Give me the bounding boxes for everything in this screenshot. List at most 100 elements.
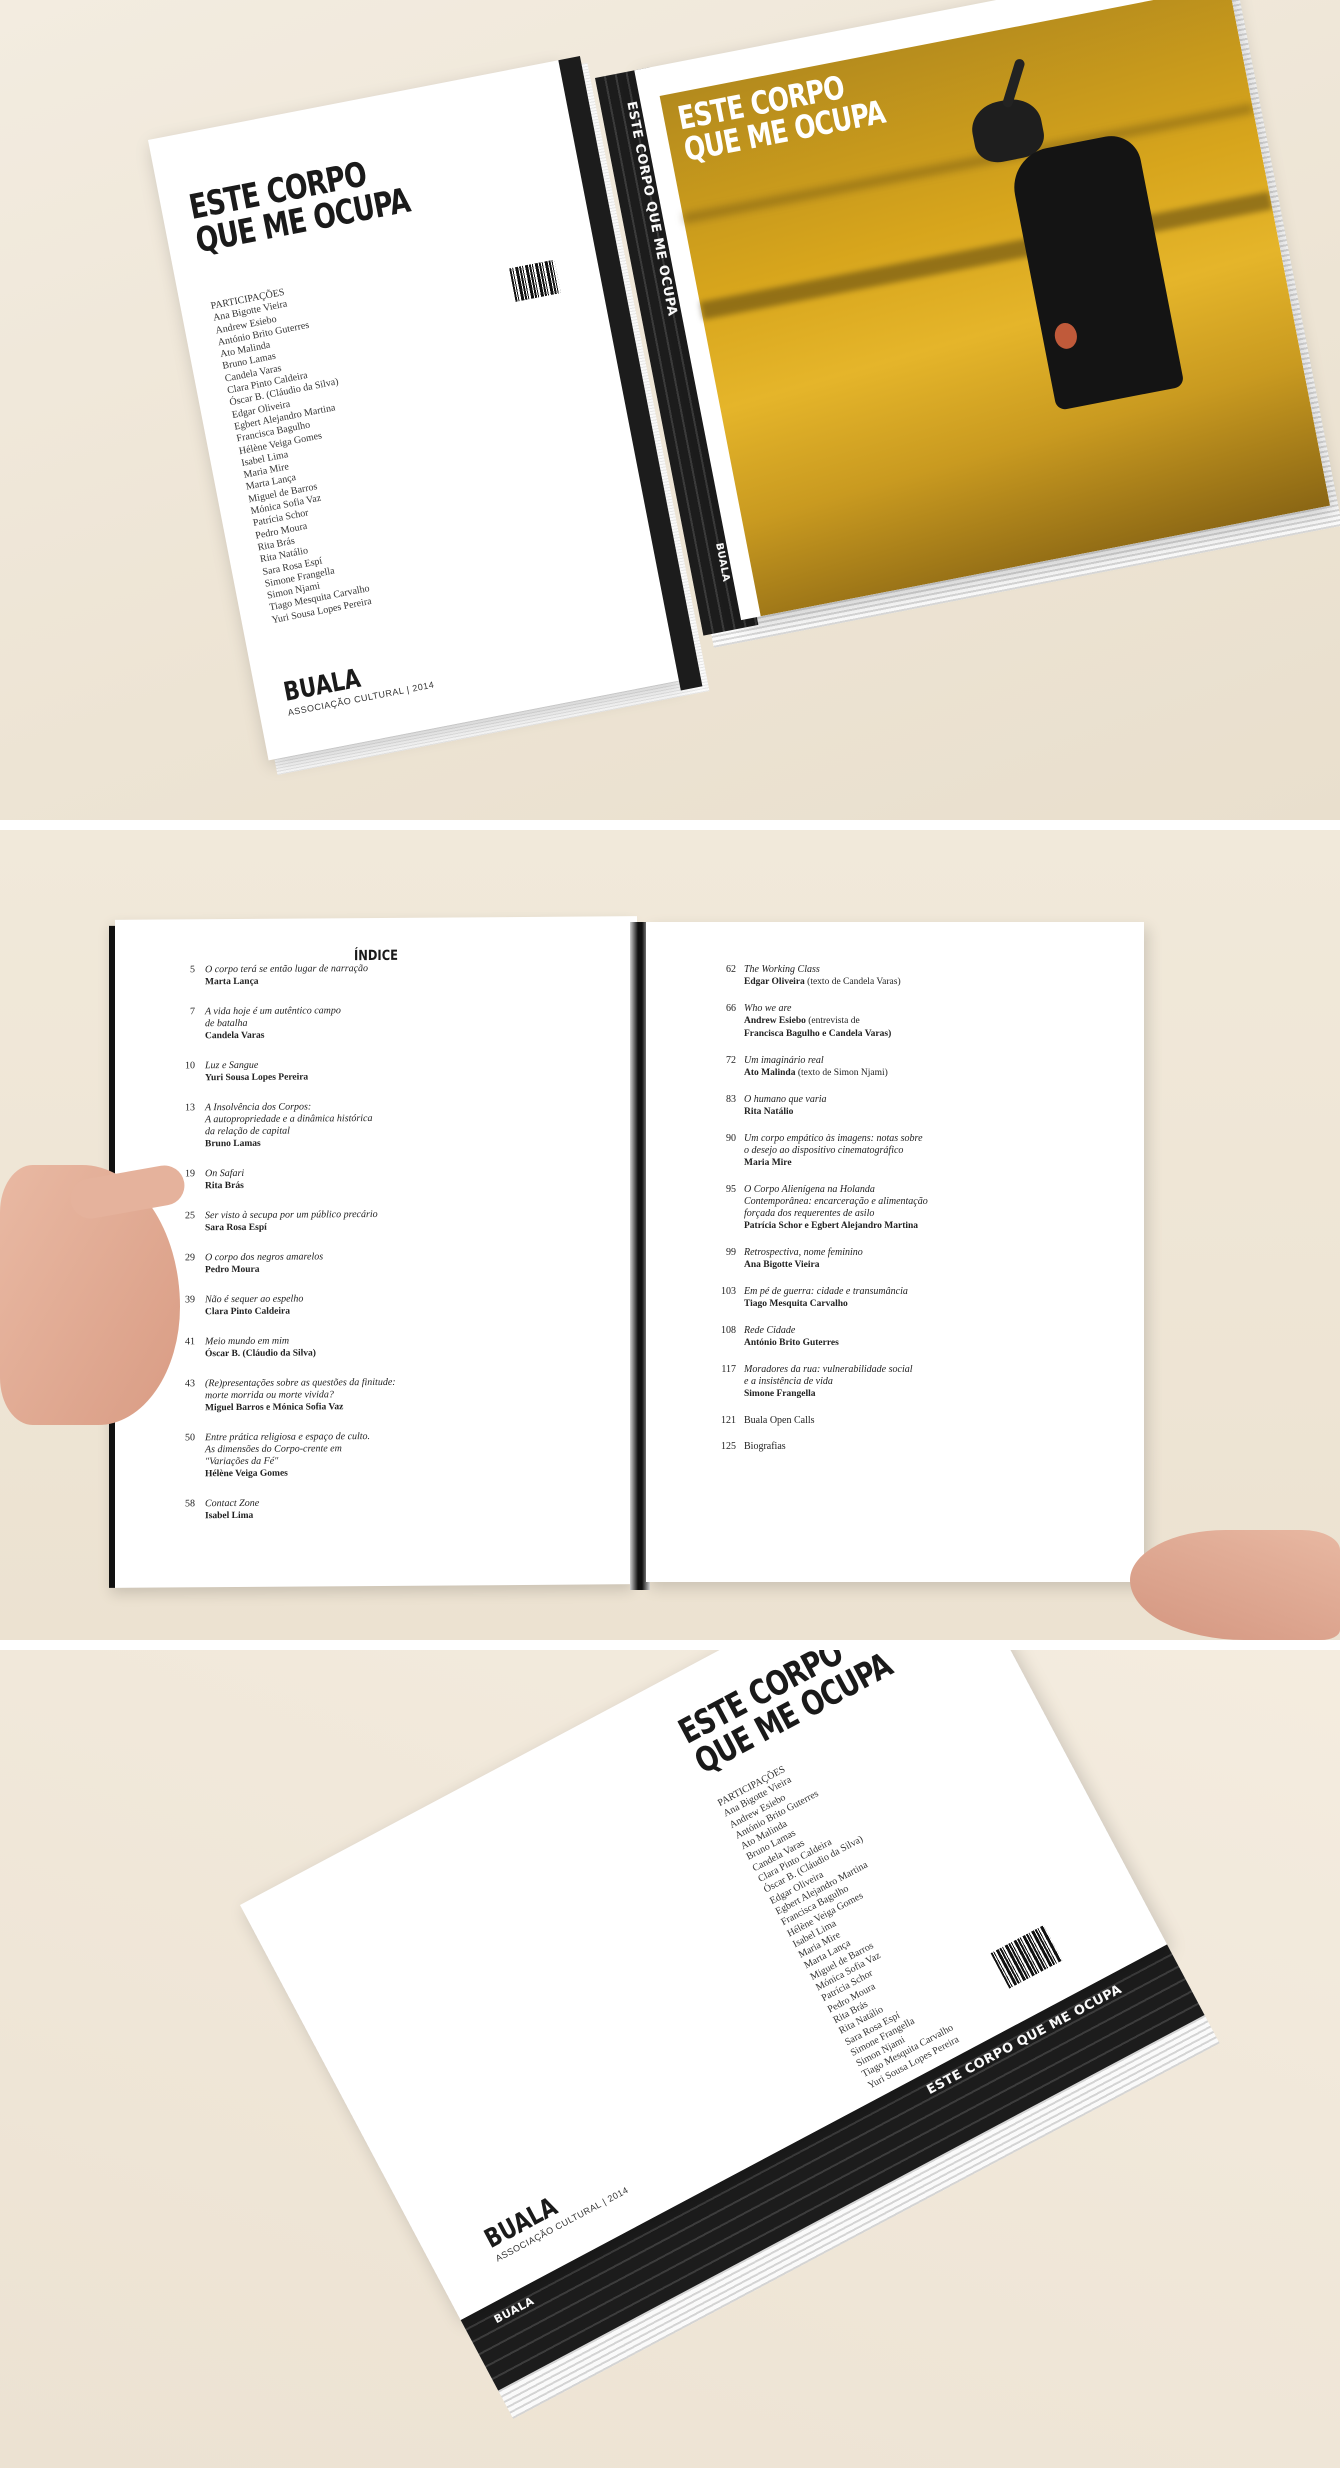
author-name: Tiago Mesquita Carvalho bbox=[744, 1299, 848, 1309]
barcode bbox=[509, 259, 561, 302]
index-entry-title: Moradores da rua: vulnerabilidade social… bbox=[744, 1364, 913, 1387]
participants-list: PARTICIPAÇÕES Ana Bigotte Vieira Andrew … bbox=[210, 280, 382, 627]
index-entry-title: Buala Open Calls bbox=[744, 1415, 815, 1426]
index-entry-page: 43 bbox=[185, 1378, 195, 1390]
front-cover-stack: ESTE CORPO QUE ME OCUPA BUALA ESTE CORPO… bbox=[595, 0, 1340, 648]
author-name: Andrew Esiebo bbox=[744, 1016, 806, 1026]
index-entry-page: 117 bbox=[721, 1364, 736, 1375]
photo-blur-stripe bbox=[699, 191, 1273, 320]
index-entry-page: 121 bbox=[721, 1415, 736, 1426]
cover-title: ESTE CORPO QUE ME OCUPA bbox=[186, 150, 413, 261]
index-entry-page: 108 bbox=[721, 1325, 736, 1336]
author-name: Edgar Oliveira bbox=[744, 977, 805, 987]
author-name: António Brito Guterres bbox=[744, 1338, 839, 1348]
index-entry-author: Isabel Lima bbox=[205, 1511, 253, 1521]
index-entry-title: Rede Cidade bbox=[744, 1325, 796, 1336]
index-heading: ÍNDICE bbox=[354, 947, 398, 965]
index-entry-author: Andrew Esiebo (entrevista de bbox=[744, 1016, 860, 1026]
index-entry-page: 25 bbox=[185, 1210, 195, 1222]
index-entry-author: Marta Lança bbox=[205, 977, 259, 987]
index-entry-title: Contact Zone bbox=[205, 1497, 260, 1510]
index-entry-page: 58 bbox=[185, 1498, 195, 1510]
index-entry-author: Edgar Oliveira (texto de Candela Varas) bbox=[744, 977, 901, 987]
index-entry-page: 10 bbox=[185, 1060, 195, 1072]
right-page: 62 The Working Class Edgar Oliveira (texto… bbox=[646, 922, 1144, 1582]
index-entry-author-2: Francisca Bagulho e Candela Varas) bbox=[744, 1029, 892, 1039]
index-entry-author: António Brito Guterres bbox=[744, 1338, 839, 1348]
author-name: Rita Brás bbox=[205, 1180, 244, 1192]
photo-panel-stack: ESTE CORPO QUE ME OCUPA BUALA ESTE CORPO… bbox=[0, 1650, 1340, 2468]
index-entry-page: 13 bbox=[185, 1102, 195, 1114]
index-entry-page: 83 bbox=[726, 1094, 736, 1105]
index-entry-author: Ato Malinda (texto de Simon Njami) bbox=[744, 1068, 888, 1078]
index-entry-title: A Insolvência dos Corpos: A autopropried… bbox=[205, 1101, 373, 1138]
index-entry-page: 50 bbox=[185, 1432, 195, 1444]
index-entry-title: Não é sequer ao espelho bbox=[205, 1293, 304, 1306]
index-entry-author: Sara Rosa Espí bbox=[205, 1223, 267, 1233]
index-entry-author: Maria Mire bbox=[744, 1158, 792, 1168]
index-entry-title: O corpo dos negros amarelos bbox=[205, 1251, 324, 1264]
index-entry-page: 103 bbox=[721, 1286, 736, 1297]
index-entry-author: Clara Pinto Caldeira bbox=[205, 1307, 290, 1318]
index-entry-title: O humano que varia bbox=[744, 1094, 827, 1105]
author-name: Candela Varas bbox=[205, 1030, 265, 1042]
stack-cover-title: ESTE CORPO QUE ME OCUPA bbox=[672, 1650, 898, 1782]
author-name: Yuri Sousa Lopes Pereira bbox=[205, 1072, 309, 1084]
index-entry-page: 90 bbox=[726, 1133, 736, 1144]
author-name: Maria Mire bbox=[744, 1158, 792, 1168]
index-entry-title: A vida hoje é um autêntico campo de bata… bbox=[205, 1005, 341, 1030]
author-name: Hélène Veiga Gomes bbox=[205, 1468, 288, 1480]
index-entry-page: 5 bbox=[190, 964, 195, 976]
index-entry-author: Óscar B. (Cláudio da Silva) bbox=[205, 1348, 316, 1359]
author-name: Bruno Lamas bbox=[205, 1138, 261, 1150]
author-note: (texto de Candela Varas) bbox=[804, 977, 901, 987]
index-entry-author: Rita Brás bbox=[205, 1181, 244, 1191]
index-entry-title: Em pé de guerra: cidade e transumância bbox=[744, 1286, 908, 1297]
author-name: Simone Frangella bbox=[744, 1389, 816, 1399]
index-entry-author: Rita Natálio bbox=[744, 1107, 793, 1117]
index-entry-author: Ana Bigotte Vieira bbox=[744, 1260, 819, 1270]
author-name: Patrícia Schor e Egbert Alejandro Martin… bbox=[744, 1221, 919, 1231]
photo-panel-index: ÍNDICE 5 O corpo terá se então lugar de n… bbox=[0, 830, 1340, 1640]
index-entry-title: O Corpo Alienígena na Holanda Contemporâ… bbox=[744, 1184, 928, 1219]
index-entry-title: Retrospectiva, nome feminino bbox=[744, 1247, 863, 1258]
author-name: Marta Lança bbox=[205, 976, 259, 988]
author-name: Ana Bigotte Vieira bbox=[744, 1260, 820, 1270]
author-name: Sara Rosa Espí bbox=[205, 1222, 267, 1234]
index-entry-title: On Safari bbox=[205, 1167, 245, 1180]
index-entry-title: The Working Class bbox=[744, 964, 820, 975]
author-name: Miguel Barros e Mónica Sofia Vaz bbox=[205, 1402, 344, 1414]
stack-participants-list: PARTICIPAÇÕES Ana Bigotte Vieira Andrew … bbox=[716, 1747, 970, 2092]
author-name: Óscar B. (Cláudio da Silva) bbox=[205, 1348, 316, 1360]
photo-panel-covers: ESTE CORPO QUE ME OCUPA PARTICIPAÇÕES An… bbox=[0, 0, 1340, 820]
index-entry-page: 7 bbox=[190, 1006, 195, 1018]
index-entry-page: 62 bbox=[726, 964, 736, 975]
figure-body bbox=[1007, 130, 1185, 411]
index-entry-author: Simone Frangella bbox=[744, 1389, 816, 1399]
index-entry-title: Um imaginário real bbox=[744, 1055, 824, 1066]
index-entry-title: Meio mundo em mim bbox=[205, 1335, 290, 1348]
right-hand bbox=[1130, 1530, 1340, 1640]
index-entry-page: 125 bbox=[721, 1441, 736, 1452]
index-entry-title: Um corpo empático às imagens: notas sobr… bbox=[744, 1133, 923, 1156]
index-entry-title: Biografias bbox=[744, 1441, 786, 1452]
index-entry-author: Hélène Veiga Gomes bbox=[205, 1469, 288, 1480]
author-name: Isabel Lima bbox=[205, 1510, 254, 1522]
index-entry-author: Candela Varas bbox=[205, 1031, 264, 1041]
index-entry-page: 66 bbox=[726, 1003, 736, 1014]
index-entry-title: Entre prática religiosa e espaço de cult… bbox=[205, 1431, 371, 1468]
index-entry-page: 99 bbox=[726, 1247, 736, 1258]
index-entry-title: Luz e Sangue bbox=[205, 1059, 259, 1072]
index-entry-author: Miguel Barros e Mónica Sofia Vaz bbox=[205, 1402, 343, 1413]
index-entry-title: Who we are bbox=[744, 1003, 792, 1014]
author-name: Ato Malinda bbox=[744, 1068, 796, 1078]
index-entry-page: 95 bbox=[726, 1184, 736, 1195]
participants-names: Ana Bigotte Vieira Andrew Esiebo António… bbox=[212, 298, 373, 626]
index-entry-author: Tiago Mesquita Carvalho bbox=[744, 1299, 848, 1309]
author-name: Pedro Moura bbox=[205, 1264, 260, 1276]
stacked-books: ESTE CORPO QUE ME OCUPA BUALA ESTE CORPO… bbox=[240, 1650, 1220, 2419]
left-page: ÍNDICE 5 O corpo terá se então lugar de n… bbox=[109, 916, 637, 1588]
index-entry-author: Pedro Moura bbox=[205, 1265, 259, 1275]
index-entry-page: 72 bbox=[726, 1055, 736, 1066]
author-note: (texto de Simon Njami) bbox=[795, 1068, 888, 1078]
